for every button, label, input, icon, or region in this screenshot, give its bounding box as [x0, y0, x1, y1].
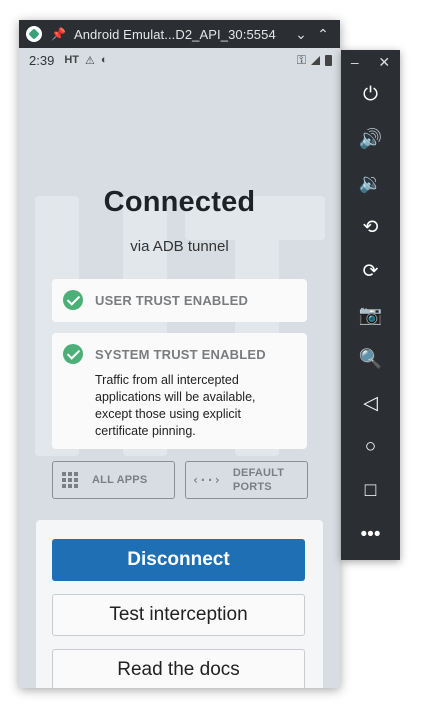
- power-icon[interactable]: ⏻: [341, 80, 400, 110]
- all-apps-label: ALL APPS: [92, 474, 148, 486]
- camera-icon[interactable]: 📷: [341, 300, 400, 330]
- volume-up-icon[interactable]: 🔊: [341, 124, 400, 154]
- check-circle-icon: [63, 290, 83, 310]
- emulator-titlebar[interactable]: 📌 Android Emulat...D2_API_30:5554 ⌄ ⌃: [19, 20, 340, 48]
- vpn-key-icon: ⚿: [296, 52, 306, 67]
- chevron-down-icon[interactable]: ⌄: [290, 26, 312, 43]
- all-apps-button[interactable]: ALL APPS: [52, 461, 175, 499]
- warning-icon: ⚠: [84, 54, 95, 67]
- emulator-window: 📌 Android Emulat...D2_API_30:5554 ⌄ ⌃ 2:…: [19, 20, 340, 688]
- default-ports-button[interactable]: ‹··› DEFAULT PORTS: [185, 461, 308, 499]
- default-ports-label: DEFAULT PORTS: [232, 467, 285, 493]
- read-docs-button[interactable]: Read the docs: [52, 649, 305, 688]
- user-trust-card: USER TRUST ENABLED: [52, 279, 307, 322]
- sync-icon: ◐: [100, 54, 108, 66]
- emulator-side-toolbar: – ✕ ⏻ 🔊 🔉 ⟲ ⟳ 📷 🔍 ◁ ○ □ •••: [341, 50, 400, 560]
- android-status-bar: 2:39 HT ⚠ ◐ ⚿: [19, 48, 340, 72]
- chevron-up-icon[interactable]: ⌃: [312, 26, 334, 43]
- android-studio-icon: [26, 26, 42, 42]
- toolbar-minimize-button[interactable]: –: [351, 54, 359, 70]
- status-system-icons: ⚿: [297, 53, 332, 68]
- status-notification-icons: HT ⚠ ◐: [64, 54, 107, 67]
- system-trust-description: Traffic from all intercepted application…: [95, 373, 256, 438]
- connection-status-title: Connected: [103, 186, 256, 218]
- pin-icon[interactable]: 📌: [51, 27, 66, 41]
- toolbar-close-button[interactable]: ✕: [378, 54, 390, 71]
- app-screen: Connected via ADB tunnel USER TRUST ENAB…: [19, 72, 340, 688]
- rotate-right-icon[interactable]: ⟳: [341, 256, 400, 286]
- user-trust-label: USER TRUST ENABLED: [95, 293, 249, 308]
- httptoolkit-notification-icon: HT: [64, 54, 79, 66]
- back-icon[interactable]: ◁: [341, 388, 400, 418]
- ports-icon: ‹··›: [192, 473, 221, 487]
- window-title: Android Emulat...D2_API_30:5554: [73, 26, 276, 42]
- more-icon[interactable]: •••: [341, 520, 400, 550]
- rotate-left-icon[interactable]: ⟲: [341, 212, 400, 242]
- system-trust-card: SYSTEM TRUST ENABLED Traffic from all in…: [52, 333, 307, 449]
- connection-method: via ADB tunnel: [130, 238, 229, 255]
- battery-icon: [325, 54, 332, 66]
- actions-panel: Disconnect Test interception Read the do…: [36, 520, 323, 688]
- test-interception-button[interactable]: Test interception: [52, 594, 305, 636]
- home-icon[interactable]: ○: [341, 432, 400, 462]
- overview-icon[interactable]: □: [341, 476, 400, 506]
- disconnect-button[interactable]: Disconnect: [52, 539, 305, 581]
- apps-grid-icon: [62, 472, 78, 488]
- zoom-icon[interactable]: 🔍: [341, 344, 400, 374]
- signal-icon: [311, 55, 320, 65]
- volume-down-icon[interactable]: 🔉: [341, 168, 400, 198]
- system-trust-label: SYSTEM TRUST ENABLED: [95, 347, 266, 362]
- check-circle-icon: [63, 344, 83, 364]
- status-time: 2:39: [29, 52, 55, 68]
